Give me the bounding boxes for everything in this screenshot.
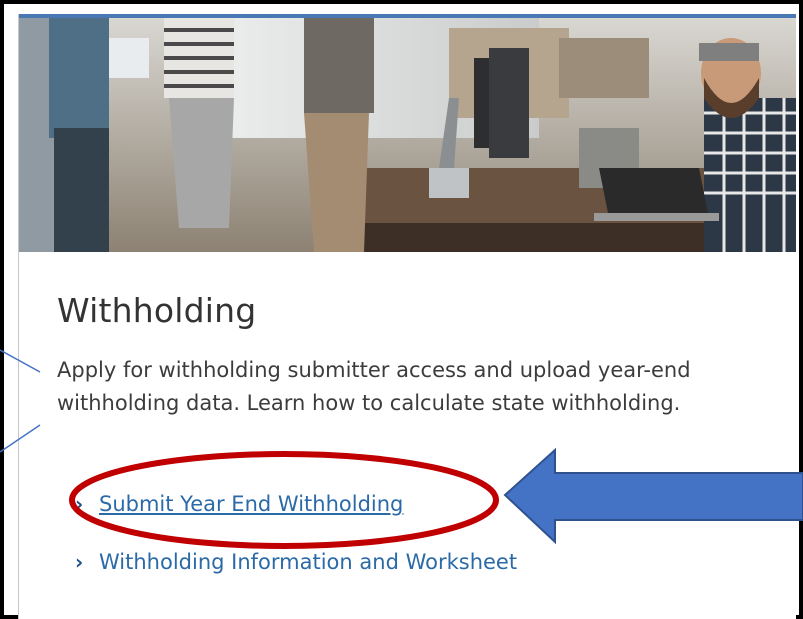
link-item-submit-year-end[interactable]: › Submit Year End Withholding	[75, 492, 403, 516]
card-title: Withholding	[57, 291, 257, 330]
link-item-withholding-info[interactable]: › Withholding Information and Worksheet	[75, 550, 517, 574]
chevron-right-icon: ›	[75, 492, 84, 516]
card-description: Apply for withholding submitter access a…	[57, 358, 691, 415]
chevron-right-icon: ›	[75, 550, 84, 574]
withholding-information-link[interactable]: Withholding Information and Worksheet	[99, 550, 517, 574]
office-hero-image	[19, 18, 796, 252]
submit-year-end-withholding-link[interactable]: Submit Year End Withholding	[99, 492, 403, 516]
withholding-card: Withholding Apply for withholding submit…	[18, 14, 796, 619]
